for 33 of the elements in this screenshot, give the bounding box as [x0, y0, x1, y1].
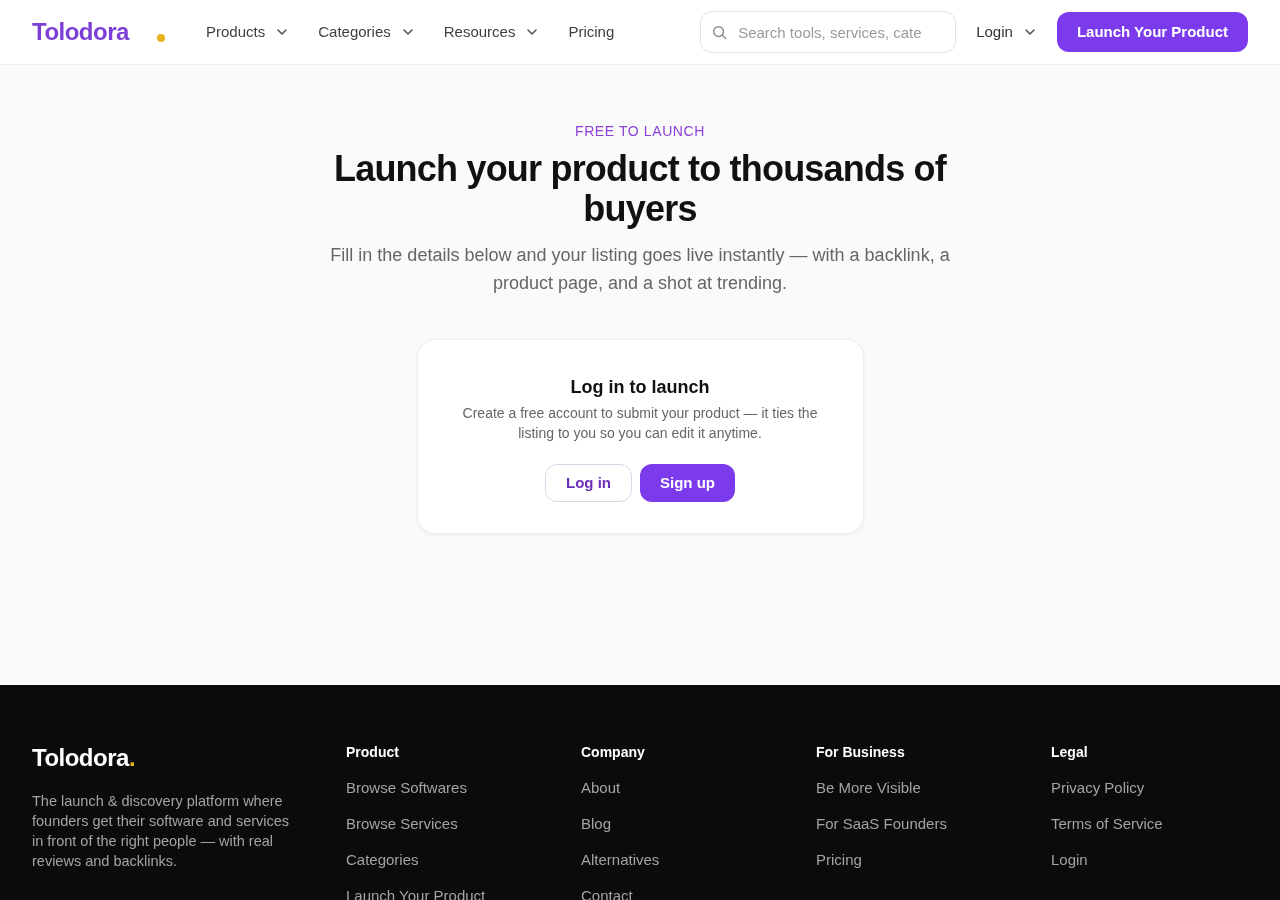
- footer-link[interactable]: Categories: [346, 851, 419, 868]
- nav-menu-item[interactable]: Resources: [443, 20, 538, 44]
- nav-menu-item[interactable]: Categories: [318, 20, 413, 44]
- footer-link[interactable]: Terms of Service: [1051, 815, 1163, 832]
- card-description: Create a free account to submit your product — it ties the listing to you so you can edit it anytime.: [461, 404, 819, 443]
- search-field[interactable]: Search tools, services, cate: [700, 11, 957, 53]
- footer-description: The launch & discovery platform where founders get their software and services in front of the right people — with real reviews and backlinks.: [32, 792, 291, 871]
- nav-menu-item[interactable]: Products: [206, 20, 288, 44]
- log-in-button[interactable]: Log in: [545, 464, 632, 502]
- footer-link[interactable]: Privacy Policy: [1051, 779, 1145, 796]
- footer-link[interactable]: Pricing: [816, 851, 862, 868]
- hero-heading: Launch your product to thousands of buyers: [333, 149, 948, 229]
- nav-menu-item[interactable]: Pricing: [568, 20, 615, 44]
- footer-link[interactable]: Blog: [581, 815, 612, 832]
- footer-column-heading: Product: [346, 743, 399, 762]
- hero-subtitle: Fill in the details below and your listing goes live instantly — with a backlink, a product page, and a shot at trending.: [329, 244, 951, 295]
- footer-logo[interactable]: Tolodora.: [32, 742, 136, 774]
- sign-up-button[interactable]: Sign up: [640, 464, 735, 502]
- eyebrow-label: FREE TO LAUNCH: [575, 122, 705, 141]
- footer-link[interactable]: Browse Softwares: [346, 779, 467, 796]
- footer-link[interactable]: Login: [1051, 851, 1088, 868]
- footer-column-heading: Legal: [1051, 743, 1088, 762]
- card-title: Log in to launch: [570, 376, 710, 399]
- footer-link[interactable]: Alternatives: [581, 851, 660, 868]
- logo[interactable]: Tolodora: [32, 14, 129, 50]
- footer-link[interactable]: For SaaS Founders: [816, 815, 947, 832]
- launch-product-button[interactable]: Launch Your Product: [1056, 12, 1248, 52]
- footer-column-heading: Company: [581, 743, 645, 762]
- login-menu[interactable]: Login: [976, 20, 1035, 44]
- footer-column-heading: For Business: [816, 743, 905, 762]
- footer-link[interactable]: Browse Services: [346, 815, 458, 832]
- footer-link[interactable]: About: [581, 779, 621, 796]
- footer-link[interactable]: Be More Visible: [816, 779, 921, 796]
